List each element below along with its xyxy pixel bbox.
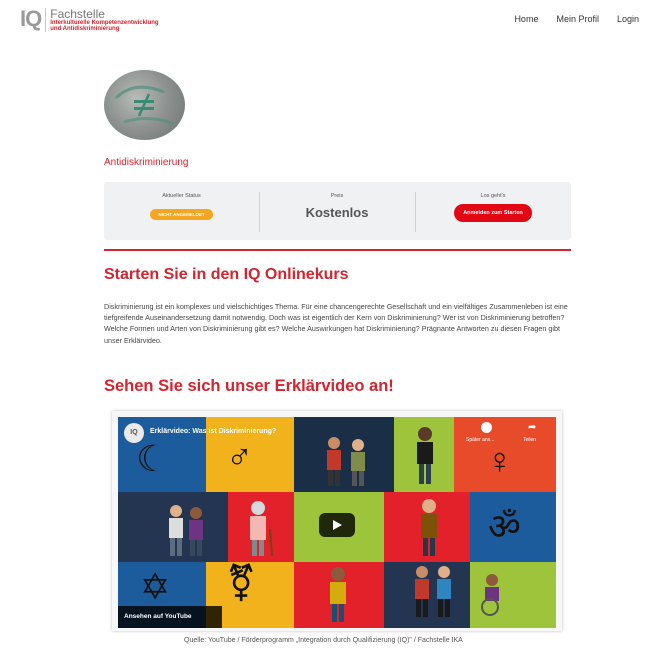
video-source-caption: Quelle: YouTube / Förderprogramm „Integr… xyxy=(184,637,463,644)
video-heading: Sehen Sie sich unser Erklärvideo an! xyxy=(104,377,394,395)
nav-home-link[interactable]: Home xyxy=(514,14,538,24)
not-equal-icon xyxy=(114,85,175,126)
nav-profile-link[interactable]: Mein Profil xyxy=(556,14,599,24)
star-of-david-icon: ✡ xyxy=(140,566,171,607)
site-header: IQ Fachstelle Interkulturelle Kompetenze… xyxy=(0,0,653,42)
watch-later-button[interactable]: Später ans... xyxy=(466,437,494,443)
watch-on-youtube-button[interactable]: Ansehen auf YouTube xyxy=(118,606,222,628)
intro-text: Diskriminierung ist ein komplexes und vi… xyxy=(104,302,568,345)
clock-icon[interactable] xyxy=(481,422,492,433)
price-label: Preis xyxy=(330,193,344,199)
couple-figures-icon xyxy=(415,566,451,617)
share-button[interactable]: Teilen xyxy=(523,437,536,443)
person-figure-icon xyxy=(330,567,346,622)
male-symbol-icon: ♂ xyxy=(226,436,253,477)
logo-iq-mark: IQ xyxy=(20,6,42,31)
elderly-figure-icon xyxy=(250,501,273,557)
status-column: Aktueller Status NICHT ANGEMELDET xyxy=(104,182,259,240)
share-arrow-icon[interactable]: ➦ xyxy=(528,422,536,433)
section-divider xyxy=(104,249,571,251)
cta-label: Los geht's xyxy=(480,193,506,199)
price-value: Kostenlos xyxy=(305,205,369,220)
course-status-box: Aktueller Status NICHT ANGEMELDET Preis … xyxy=(104,182,571,240)
logo-title: Fachstelle xyxy=(50,7,105,21)
female-symbol-icon: ♀ xyxy=(486,440,513,481)
status-label: Aktueller Status xyxy=(162,193,201,199)
person-figure-icon xyxy=(421,499,437,556)
price-column: Preis Kostenlos xyxy=(259,182,415,240)
cta-column: Los geht's Anmelden zum Starten xyxy=(415,182,571,240)
people-figures-icon xyxy=(327,437,365,486)
site-logo[interactable]: IQ Fachstelle Interkulturelle Kompetenze… xyxy=(20,8,159,32)
crescent-icon: ☾ xyxy=(136,438,169,479)
status-badge: NICHT ANGEMELDET xyxy=(150,209,213,220)
video-player[interactable]: ☾ ♂ ♀ ॐ ✡ ⚧ IQ Erklärvideo: Was ist Disk… xyxy=(118,417,556,628)
logo-divider xyxy=(45,8,47,32)
channel-logo-icon[interactable]: IQ xyxy=(124,423,144,443)
wheelchair-figure-icon xyxy=(481,574,499,616)
course-title: Antidiskriminierung xyxy=(104,157,189,168)
couple-figures-icon xyxy=(169,505,203,556)
person-figure-icon xyxy=(417,427,433,484)
course-image xyxy=(104,70,185,140)
intro-heading: Starten Sie in den IQ Onlinekurs xyxy=(104,266,349,283)
main-nav: Home Mein Profil Login xyxy=(514,14,639,24)
enroll-button[interactable]: Anmelden zum Starten xyxy=(454,204,532,222)
om-icon: ॐ xyxy=(488,506,521,547)
nav-login-link[interactable]: Login xyxy=(617,14,639,24)
play-button[interactable] xyxy=(319,513,355,537)
transgender-symbol-icon: ⚧ xyxy=(226,562,257,603)
logo-subtitle-2: und Antidiskriminierung xyxy=(50,26,120,32)
logo-text: Fachstelle Interkulturelle Kompetenzentw… xyxy=(50,8,158,32)
video-title[interactable]: Erklärvideo: Was ist Diskriminierung? xyxy=(150,428,276,435)
